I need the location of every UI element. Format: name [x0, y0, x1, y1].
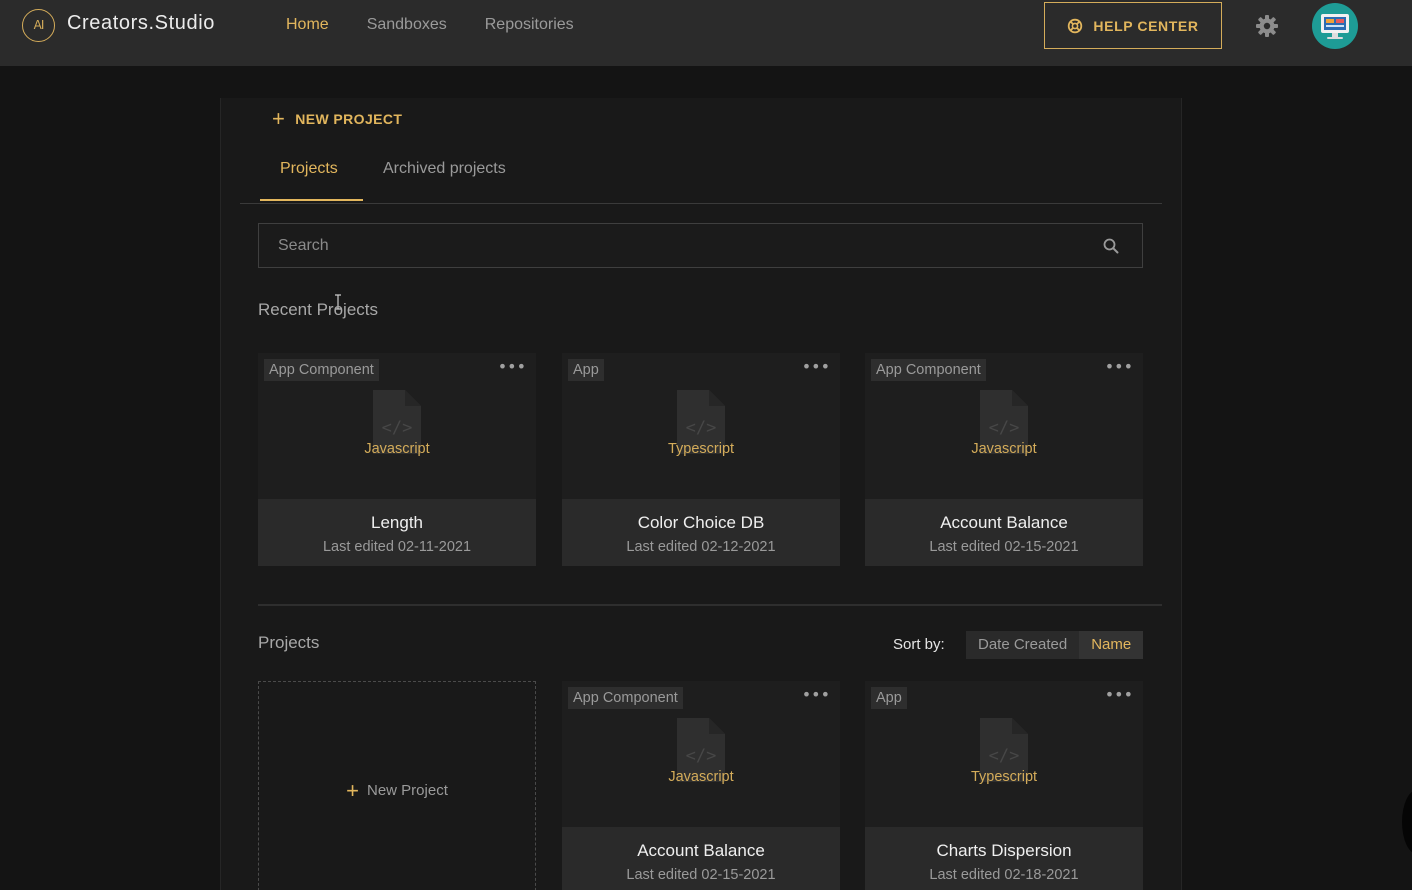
more-horizontal-icon[interactable]: •••: [498, 357, 526, 376]
active-tab-indicator: [260, 199, 363, 201]
language-label: Javascript: [971, 441, 1037, 457]
more-horizontal-icon[interactable]: •••: [1105, 357, 1133, 376]
help-center-label: HELP CENTER: [1093, 17, 1199, 34]
project-name: Account Balance: [637, 841, 765, 860]
help-center-button[interactable]: HELP CENTER: [1044, 2, 1222, 49]
card-thumbnail: App Component ••• </> Javascript: [258, 353, 536, 499]
plus-icon: +: [272, 106, 286, 131]
gear-icon[interactable]: [1255, 14, 1279, 38]
card-thumbnail: App ••• </> Typescript: [562, 353, 840, 499]
recent-project-card[interactable]: App Component ••• </> Javascript Length …: [258, 353, 536, 566]
sort-date-created[interactable]: Date Created: [966, 631, 1079, 659]
language-label: Javascript: [364, 441, 430, 457]
project-card[interactable]: App Component ••• </> Javascript Account…: [562, 681, 840, 890]
monitor-avatar-icon: [1321, 14, 1349, 39]
last-edited: Last edited 02-18-2021: [929, 867, 1079, 883]
nav-repositories[interactable]: Repositories: [485, 16, 574, 34]
projects-title: Projects: [258, 633, 320, 652]
svg-text:</>: </>: [686, 746, 717, 766]
type-badge: App Component: [568, 687, 683, 709]
type-badge: App Component: [264, 359, 379, 381]
new-project-card-content: + New Project: [259, 778, 535, 804]
recent-project-card[interactable]: App Component ••• </> Javascript Account…: [865, 353, 1143, 566]
card-footer: Length Last edited 02-11-2021: [258, 499, 536, 566]
sort-toggle: Date Created Name: [966, 631, 1144, 659]
recent-projects-title: Recent Projects: [258, 300, 378, 319]
sort-name[interactable]: Name: [1079, 631, 1144, 659]
project-name: Charts Dispersion: [936, 841, 1072, 860]
recent-project-card[interactable]: App ••• </> Typescript Color Choice DB L…: [562, 353, 840, 566]
plus-icon: +: [346, 778, 359, 803]
new-project-button[interactable]: + NEW PROJECT: [272, 106, 403, 131]
brand-name[interactable]: Creators.Studio: [67, 12, 215, 35]
more-horizontal-icon[interactable]: •••: [802, 357, 830, 376]
main-nav: Home Sandboxes Repositories: [286, 16, 574, 34]
project-name: Account Balance: [940, 513, 1068, 532]
svg-text:</>: </>: [989, 746, 1020, 766]
floating-widget-edge[interactable]: [1402, 790, 1412, 854]
type-badge: App: [871, 687, 907, 709]
card-thumbnail: App Component ••• </> Javascript: [865, 353, 1143, 499]
svg-text:</>: </>: [686, 418, 717, 438]
logo-icon[interactable]: AI: [22, 9, 55, 42]
type-badge: App: [568, 359, 604, 381]
avatar[interactable]: [1312, 3, 1358, 49]
svg-text:</>: </>: [989, 418, 1020, 438]
tab-projects[interactable]: Projects: [280, 160, 338, 178]
card-footer: Charts Dispersion Last edited 02-18-2021: [865, 827, 1143, 890]
search-input[interactable]: [259, 224, 1099, 267]
last-edited: Last edited 02-11-2021: [322, 539, 472, 555]
card-footer: Account Balance Last edited 02-15-2021: [865, 499, 1143, 566]
project-name: Length: [371, 513, 423, 532]
card-thumbnail: App Component ••• </> Javascript: [562, 681, 840, 827]
search-icon[interactable]: [1102, 237, 1120, 255]
last-edited: Last edited 02-15-2021: [929, 539, 1079, 555]
svg-text:</>: </>: [382, 418, 413, 438]
new-project-label: NEW PROJECT: [295, 111, 403, 127]
type-badge: App Component: [871, 359, 986, 381]
language-label: Javascript: [668, 769, 734, 785]
card-footer: Account Balance Last edited 02-15-2021: [562, 827, 840, 890]
language-label: Typescript: [970, 769, 1038, 785]
sort-by-label: Sort by:: [893, 636, 945, 653]
nav-home[interactable]: Home: [286, 16, 329, 34]
more-horizontal-icon[interactable]: •••: [1105, 685, 1133, 704]
nav-sandboxes[interactable]: Sandboxes: [367, 16, 447, 34]
top-bar: AI Creators.Studio Home Sandboxes Reposi…: [0, 0, 1412, 66]
new-project-card[interactable]: + New Project: [258, 681, 536, 890]
more-horizontal-icon[interactable]: •••: [802, 685, 830, 704]
tab-archived-projects[interactable]: Archived projects: [383, 160, 506, 178]
card-thumbnail: App ••• </> Typescript: [865, 681, 1143, 827]
project-name: Color Choice DB: [637, 513, 765, 532]
new-project-card-label: New Project: [367, 782, 448, 799]
language-label: Typescript: [667, 441, 735, 457]
card-footer: Color Choice DB Last edited 02-12-2021: [562, 499, 840, 566]
search-box: [258, 223, 1143, 268]
section-divider: [258, 604, 1162, 606]
lifebuoy-icon: [1068, 18, 1083, 33]
project-card[interactable]: App ••• </> Typescript Charts Dispersion…: [865, 681, 1143, 890]
last-edited: Last edited 02-12-2021: [626, 539, 776, 555]
last-edited: Last edited 02-15-2021: [626, 867, 776, 883]
project-tabs: Projects Archived projects: [240, 150, 1162, 204]
